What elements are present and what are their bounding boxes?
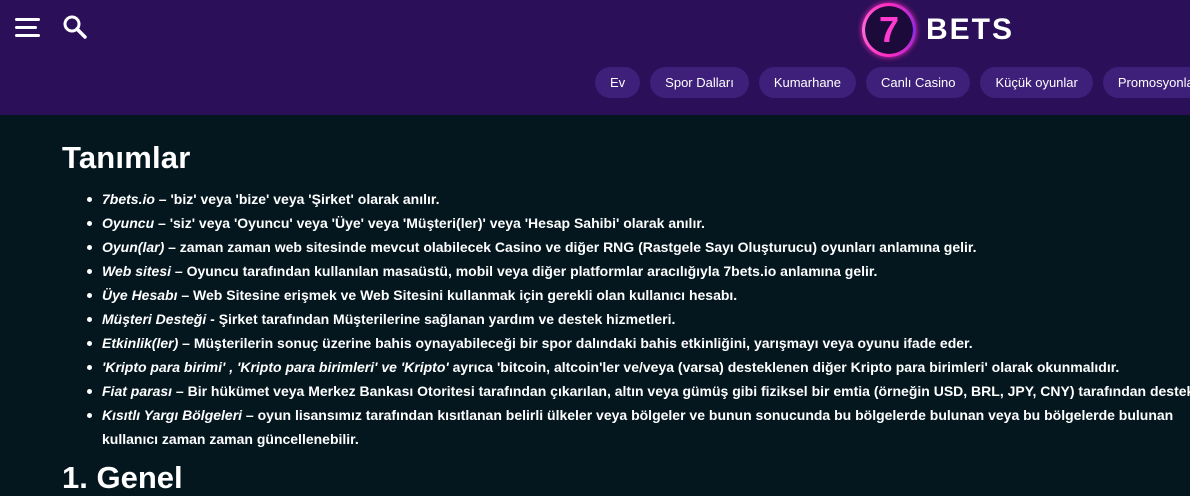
hamburger-icon[interactable] <box>15 18 40 38</box>
definition-text: ayrıca 'bitcoin, altcoin'ler ve/veya (va… <box>448 359 1120 375</box>
definition-term: Web sitesi <box>102 263 171 279</box>
definitions-list: 7bets.io – 'biz' veya 'bize' veya 'Şirke… <box>87 187 1190 451</box>
definition-text: – zaman zaman web sitesinde mevcut olabi… <box>164 239 977 255</box>
site-header: 7 BETS Ev Spor Dalları Kumarhane Canlı C… <box>0 0 1190 115</box>
logo-digit: 7 <box>878 9 900 50</box>
nav-item-mini-games[interactable]: Küçük oyunlar <box>980 67 1093 98</box>
site-logo[interactable]: 7 BETS <box>862 2 1014 58</box>
definition-text: – 'biz' veya 'bize' veya 'Şirket' olarak… <box>154 191 440 207</box>
definition-item: Oyuncu – 'siz' veya 'Oyuncu' veya 'Üye' … <box>87 211 1190 235</box>
nav-item-sports[interactable]: Spor Dalları <box>650 67 749 98</box>
definition-item: Kısıtlı Yargı Bölgeleri – oyun lisansımı… <box>87 403 1188 451</box>
search-icon[interactable] <box>62 14 88 40</box>
definition-text: – oyun lisansımız tarafından kısıtlanan … <box>102 407 1174 447</box>
definition-text: – Bir hükümet veya Merkez Bankası Otorit… <box>172 383 1190 399</box>
definition-item: 'Kripto para birimi' , 'Kripto para biri… <box>87 355 1190 379</box>
definition-term: Etkinlik(ler) <box>102 335 179 351</box>
definition-text: – 'siz' veya 'Oyuncu' veya 'Üye' veya 'M… <box>154 215 705 231</box>
logo-badge: 7 <box>862 3 916 57</box>
nav-item-promotions[interactable]: Promosyonlar <box>1102 67 1190 98</box>
definition-term: Kısıtlı Yargı Bölgeleri <box>102 407 243 423</box>
definition-item: Oyun(lar) – zaman zaman web sitesinde me… <box>87 235 1190 259</box>
main-content: Tanımlar 7bets.io – 'biz' veya 'bize' ve… <box>62 140 1190 451</box>
definition-term: Oyun(lar) <box>102 239 165 255</box>
nav-item-casino[interactable]: Kumarhane <box>758 67 857 98</box>
definition-term: 7bets.io <box>102 191 155 207</box>
definition-term: Fiat parası <box>102 383 173 399</box>
definition-item: Web sitesi – Oyuncu tarafından kullanıla… <box>87 259 1190 283</box>
page-title: Tanımlar <box>62 140 191 175</box>
definition-item: Müşteri Desteği - Şirket tarafından Müşt… <box>87 307 1190 331</box>
definition-text: – Müşterilerin sonuç üzerine bahis oynay… <box>178 335 973 351</box>
section-heading: 1. Genel <box>62 460 183 495</box>
definition-term: 'Kripto para birimi' , 'Kripto para biri… <box>102 359 449 375</box>
main-nav: Ev Spor Dalları Kumarhane Canlı Casino K… <box>595 67 1190 98</box>
nav-item-live-casino[interactable]: Canlı Casino <box>866 67 971 98</box>
definition-item: Üye Hesabı – Web Sitesine erişmek ve Web… <box>87 283 1190 307</box>
definition-item: Fiat parası – Bir hükümet veya Merkez Ba… <box>87 379 1190 403</box>
definition-item: 7bets.io – 'biz' veya 'bize' veya 'Şirke… <box>87 187 1190 211</box>
nav-item-home[interactable]: Ev <box>595 67 641 98</box>
definition-item: Etkinlik(ler) – Müşterilerin sonuç üzeri… <box>87 331 1190 355</box>
logo-text: BETS <box>926 13 1015 46</box>
definition-term: Oyuncu <box>102 215 155 231</box>
definition-term: Üye Hesabı <box>102 287 178 303</box>
definition-text: – Web Sitesine erişmek ve Web Sitesini k… <box>177 287 738 303</box>
definition-text: – Oyuncu tarafından kullanılan masaüstü,… <box>171 263 878 279</box>
definition-text: - Şirket tarafından Müşterilerine sağlan… <box>206 311 676 327</box>
definition-term: Müşteri Desteği <box>102 311 207 327</box>
